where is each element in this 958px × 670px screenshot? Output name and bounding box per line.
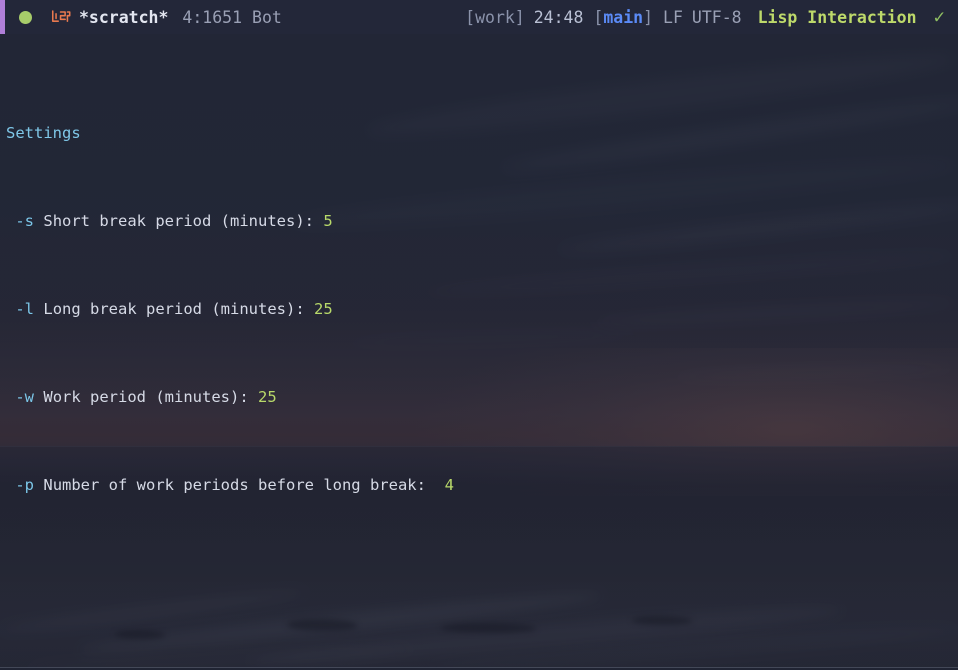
- cursor-position: 4:1651: [182, 7, 243, 27]
- buffer-modified-indicator-icon[interactable]: [19, 10, 32, 24]
- clock: 24:48: [533, 7, 584, 27]
- buffer-content[interactable]: Settings -s Short break period (minutes)…: [0, 34, 958, 668]
- setting-label: Work period (minutes):: [43, 388, 249, 406]
- settings-heading: Settings: [0, 122, 958, 144]
- modeline-left: *scratch* 4:1651 Bot: [5, 8, 282, 27]
- setting-label: Number of work periods before long break…: [43, 476, 426, 494]
- setting-value[interactable]: 25: [314, 300, 333, 318]
- modeline-right: [work] 24:48 [main] LF UTF-8 Lisp Intera…: [465, 7, 958, 27]
- buffer-name[interactable]: *scratch*: [79, 8, 168, 27]
- branch-name: main: [603, 7, 644, 27]
- emacs-window: *scratch* 4:1651 Bot [work] 24:48 [main]…: [0, 0, 958, 670]
- setting-flag: -w: [15, 388, 35, 406]
- branch-bracket-open: [: [593, 7, 604, 27]
- setting-row[interactable]: -w Work period (minutes): 25: [0, 386, 958, 408]
- setting-row[interactable]: -s Short break period (minutes): 5: [0, 210, 958, 232]
- setting-value[interactable]: 5: [323, 212, 332, 230]
- scroll-state: Bot: [252, 7, 282, 27]
- eol-indicator[interactable]: LF: [663, 8, 683, 27]
- workspace-indicator[interactable]: [work]: [465, 8, 525, 27]
- settings-heading-text: Settings: [6, 124, 81, 142]
- branch-bracket-close: ]: [643, 7, 654, 27]
- setting-flag: -s: [15, 212, 35, 230]
- setting-row[interactable]: -l Long break period (minutes): 25: [0, 298, 958, 320]
- setting-value[interactable]: 25: [258, 388, 277, 406]
- encoding-indicator[interactable]: UTF-8: [692, 8, 742, 27]
- setting-value[interactable]: 4: [445, 476, 454, 494]
- setting-flag: -p: [15, 476, 35, 494]
- setting-label: Short break period (minutes):: [43, 212, 314, 230]
- vcs-branch[interactable]: [main]: [593, 8, 653, 27]
- setting-row[interactable]: -p Number of work periods before long br…: [0, 474, 958, 496]
- checkmark-icon[interactable]: ✓: [934, 7, 945, 27]
- major-mode-name[interactable]: Lisp Interaction: [758, 8, 917, 27]
- modeline: *scratch* 4:1651 Bot [work] 24:48 [main]…: [0, 0, 958, 34]
- setting-label: Long break period (minutes):: [43, 300, 305, 318]
- setting-flag: -l: [15, 300, 35, 318]
- lisp-logo-icon: [51, 9, 71, 22]
